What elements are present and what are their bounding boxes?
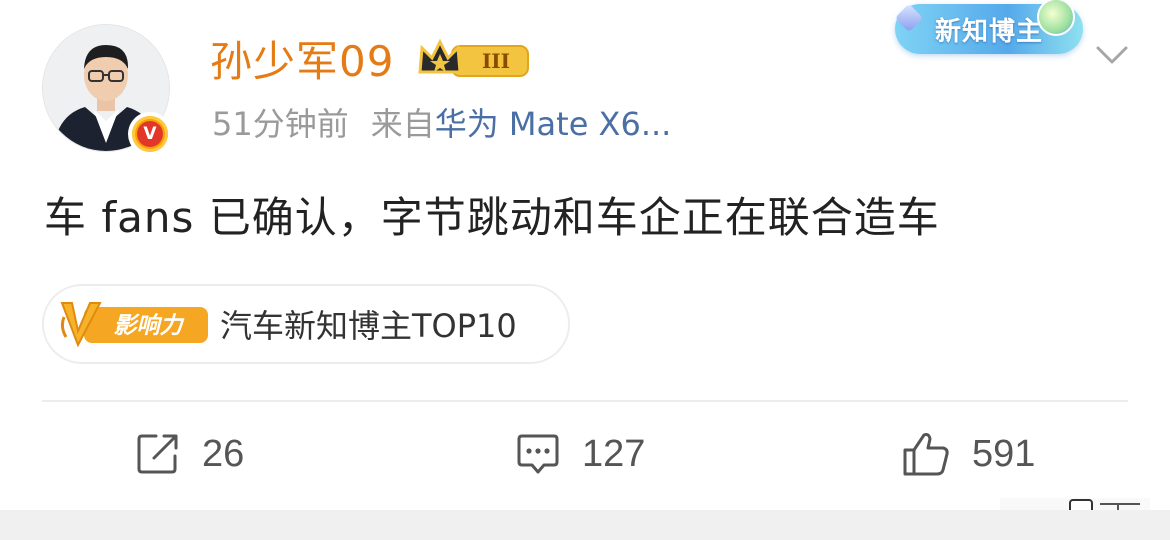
repost-count: 26 xyxy=(202,432,245,475)
influence-badge: 影响力 xyxy=(60,297,210,351)
device-source[interactable]: 华为 Mate X6... xyxy=(435,105,672,143)
comment-count: 127 xyxy=(582,432,646,475)
gem-icon xyxy=(894,3,924,33)
thumbs-up-icon xyxy=(903,433,949,476)
influence-v-icon: 影响力 xyxy=(60,302,208,348)
like-count: 591 xyxy=(972,432,1036,475)
comment-icon xyxy=(517,434,559,474)
crown-icon: III xyxy=(418,38,529,77)
verified-v-icon: V xyxy=(132,116,168,152)
like-button[interactable]: 591 xyxy=(902,424,1035,484)
weibo-post-card: V 孙少军09 III 51分钟前 来自华为 Mate X6... 新知博主 车 … xyxy=(0,0,1170,525)
username[interactable]: 孙少军09 xyxy=(210,34,394,90)
influence-text: 汽车新知博主TOP10 xyxy=(220,307,517,345)
comment-button[interactable]: 127 xyxy=(516,424,645,484)
new-knowledge-blogger-tag[interactable]: 新知博主 xyxy=(894,0,1083,54)
promo-tag-label: 新知博主 xyxy=(934,16,1043,47)
post-text: 车 fans 已确认，字节跳动和车企正在联合造车 xyxy=(44,193,940,242)
source-prefix: 来自 xyxy=(370,105,435,143)
level-badge-text: III xyxy=(482,49,510,73)
chevron-down-icon[interactable] xyxy=(1094,36,1130,72)
influence-badge-label: 影响力 xyxy=(114,313,185,339)
influence-tag[interactable]: 影响力 汽车新知博主TOP10 xyxy=(42,284,570,364)
divider xyxy=(42,400,1128,402)
post-time: 51分钟前 xyxy=(212,105,349,143)
globe-icon xyxy=(1037,0,1075,36)
bottom-separator-bar xyxy=(0,510,1170,540)
repost-button[interactable]: 26 xyxy=(136,424,244,484)
crown-level-badge[interactable]: III xyxy=(418,38,534,82)
share-edit-icon xyxy=(137,434,178,474)
post-meta: 51分钟前 来自华为 Mate X6... xyxy=(212,102,671,146)
verified-badge: V xyxy=(128,112,172,156)
